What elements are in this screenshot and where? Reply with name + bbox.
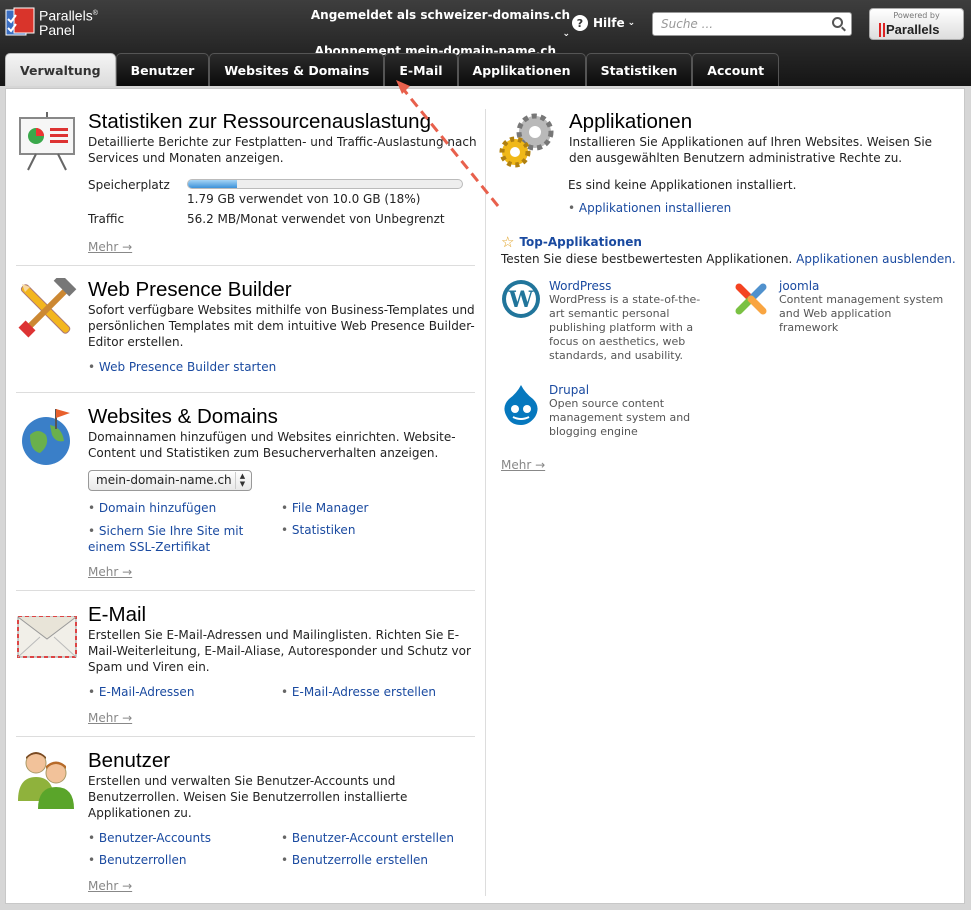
applications-title[interactable]: Applikationen — [569, 110, 954, 134]
wpb-title[interactable]: Web Presence Builder — [88, 278, 478, 302]
tab-account[interactable]: Account — [692, 53, 780, 86]
powered-by-label: Powered by — [893, 11, 940, 20]
joomla-icon — [735, 283, 767, 315]
section-email: E-Mail Erstellen Sie E-Mail-Adressen und… — [16, 603, 476, 683]
users-icon — [16, 749, 78, 811]
svg-text:W: W — [508, 287, 534, 313]
chevron-down-icon[interactable]: ⌄ — [562, 29, 570, 39]
hide-apps-link[interactable]: Applikationen ausblenden. — [796, 252, 956, 266]
star-icon: ☆ — [501, 233, 515, 251]
drupal-icon — [504, 385, 538, 425]
storage-label: Speicherplatz — [88, 178, 170, 192]
globe-flag-icon — [16, 405, 78, 467]
domain-add-link[interactable]: Domain hinzufügen — [88, 501, 216, 515]
divider — [16, 590, 475, 591]
websites-desc: Domainnamen hinzufügen und Websites einr… — [88, 430, 456, 460]
applications-desc: Installieren Sie Applikationen auf Ihren… — [569, 135, 933, 165]
tab-email[interactable]: E-Mail — [384, 53, 458, 86]
traffic-value: 56.2 MB/Monat verwendet von Unbegrenzt — [187, 212, 445, 226]
domain-select-value: mein-domain-name.ch — [96, 473, 232, 487]
wordpress-icon: W — [502, 280, 540, 318]
logo-line2: Panel — [39, 21, 75, 38]
storage-progress-fill — [188, 180, 238, 188]
envelope-icon — [16, 603, 78, 665]
top-apps-title: Top-Applikationen — [519, 235, 642, 249]
divider — [16, 392, 475, 393]
user-account-create-link[interactable]: Benutzer-Account erstellen — [281, 831, 454, 845]
search-input[interactable]: Suche ... — [652, 12, 852, 36]
section-users: Benutzer Erstellen und verwalten Sie Ben… — [16, 749, 476, 829]
drupal-name[interactable]: Drupal — [549, 383, 709, 397]
users-desc: Erstellen und verwalten Sie Benutzer-Acc… — [88, 774, 408, 820]
help-label: Hilfe — [593, 16, 625, 30]
tab-websites-domains[interactable]: Websites & Domains — [209, 53, 385, 86]
email-desc: Erstellen Sie E-Mail-Adressen und Mailin… — [88, 628, 471, 674]
drupal-desc: Open source content management system an… — [549, 397, 691, 438]
panel-logo-icon — [5, 7, 35, 37]
logged-in-label: Angemeldet als — [310, 8, 417, 22]
statistics-link[interactable]: Statistiken — [281, 523, 356, 537]
email-more-link[interactable]: Mehr → — [88, 711, 132, 725]
tab-benutzer[interactable]: Benutzer — [115, 53, 210, 86]
stats-title[interactable]: Statistiken zur Ressourcenauslastung — [88, 110, 478, 134]
gears-icon — [497, 110, 559, 172]
presentation-chart-icon — [16, 110, 78, 172]
email-addresses-link[interactable]: E-Mail-Adressen — [88, 685, 195, 699]
top-bar: Parallels® Panel Angemeldet als schweize… — [0, 0, 971, 86]
help-menu[interactable]: ? Hilfe ⌄ — [572, 15, 635, 31]
storage-value: 1.79 GB verwendet von 10.0 GB (18%) — [187, 192, 421, 206]
users-title[interactable]: Benutzer — [88, 749, 478, 773]
websites-more-link[interactable]: Mehr → — [88, 565, 132, 579]
apps-more-link[interactable]: Mehr → — [501, 458, 545, 472]
column-divider — [485, 109, 486, 896]
main-tabs: Verwaltung Benutzer Websites & Domains E… — [5, 53, 780, 86]
joomla-name[interactable]: joomla — [779, 279, 954, 293]
email-create-link[interactable]: E-Mail-Adresse erstellen — [281, 685, 436, 699]
logo-registered: ® — [92, 10, 98, 18]
storage-progress-bar — [187, 179, 463, 189]
traffic-label: Traffic — [88, 212, 125, 226]
user-roles-link[interactable]: Benutzerrollen — [88, 853, 187, 867]
wpb-desc: Sofort verfügbare Websites mithilfe von … — [88, 303, 475, 349]
domain-select[interactable]: mein-domain-name.ch ▲ ▼ — [88, 470, 252, 491]
email-title[interactable]: E-Mail — [88, 603, 478, 627]
wpb-start-link[interactable]: Web Presence Builder starten — [88, 360, 276, 374]
wordpress-name[interactable]: WordPress — [549, 279, 709, 293]
search-placeholder: Suche ... — [661, 17, 714, 31]
search-icon[interactable] — [832, 17, 843, 28]
divider — [16, 736, 475, 737]
websites-title[interactable]: Websites & Domains — [88, 405, 478, 429]
users-more-link[interactable]: Mehr → — [88, 879, 132, 893]
install-apps-link[interactable]: Applikationen installieren — [568, 201, 731, 215]
chevron-down-icon: ⌄ — [627, 18, 636, 28]
no-apps-text: Es sind keine Applikationen installiert. — [568, 178, 797, 192]
tab-statistiken[interactable]: Statistiken — [585, 53, 693, 86]
parallels-bars-icon — [879, 23, 885, 37]
stats-more-link[interactable]: Mehr → — [88, 240, 132, 254]
user-accounts-link[interactable]: Benutzer-Accounts — [88, 831, 211, 845]
tab-applikationen[interactable]: Applikationen — [457, 53, 586, 86]
section-websites-domains: Websites & Domains Domainnamen hinzufüge… — [16, 405, 476, 465]
file-manager-link[interactable]: File Manager — [281, 501, 369, 515]
divider — [16, 265, 475, 266]
user-role-create-link[interactable]: Benutzerrolle erstellen — [281, 853, 428, 867]
top-apps-heading: ☆ Top-Applikationen — [501, 233, 642, 251]
tab-verwaltung[interactable]: Verwaltung — [5, 53, 116, 86]
powered-by-badge[interactable]: Powered by Parallels — [869, 8, 964, 40]
tools-icon — [16, 273, 78, 340]
parallels-panel-logo[interactable]: Parallels® Panel — [5, 7, 98, 37]
help-icon: ? — [572, 15, 588, 31]
top-apps-desc: Testen Sie diese bestbewertesten Applika… — [501, 252, 793, 266]
ssl-link[interactable]: Sichern Sie Ihre Site mit einem SSL-Zert… — [88, 523, 258, 555]
select-arrows-icon: ▲ ▼ — [235, 472, 249, 489]
top-apps-desc-row: Testen Sie diese bestbewertesten Applika… — [501, 252, 956, 266]
powered-brand: Parallels — [886, 22, 940, 37]
joomla-desc: Content management system and Web applic… — [779, 293, 944, 334]
stats-desc: Detaillierte Berichte zur Festplatten- u… — [88, 135, 477, 165]
wordpress-desc: WordPress is a state-of-the-art semantic… — [549, 293, 701, 362]
logged-in-user[interactable]: schweizer-domains.ch — [420, 8, 570, 22]
